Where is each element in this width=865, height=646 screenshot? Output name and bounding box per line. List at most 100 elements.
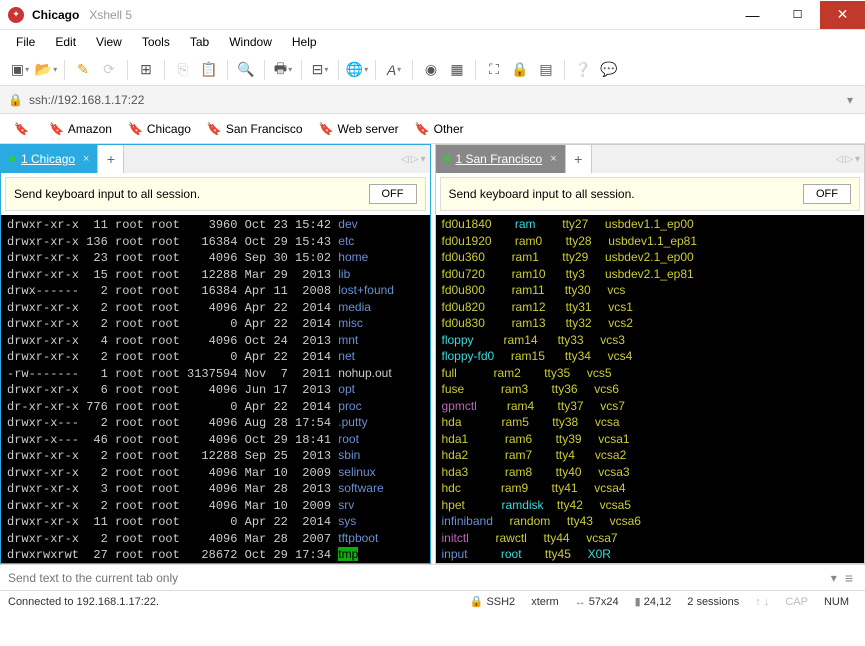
help-button[interactable]: ❔ bbox=[571, 58, 595, 82]
properties-button[interactable]: ⊞ bbox=[134, 58, 158, 82]
terminal-chicago[interactable]: drwxr-xr-x 11 root root 3960 Oct 23 15:4… bbox=[1, 215, 430, 563]
status-bar: Connected to 192.168.1.17:22. 🔒SSH2 xter… bbox=[0, 590, 865, 612]
address-bar: 🔒 ▾ bbox=[0, 86, 865, 114]
tab-label: 1 San Francisco bbox=[456, 152, 543, 166]
menu-edit[interactable]: Edit bbox=[47, 33, 84, 51]
font-button[interactable]: A bbox=[382, 58, 406, 82]
feedback-button[interactable]: 💬 bbox=[597, 58, 621, 82]
address-input[interactable] bbox=[29, 93, 843, 107]
send-bar: ▾ ≡ bbox=[0, 564, 865, 590]
send-input[interactable] bbox=[8, 571, 827, 585]
find-button[interactable]: 🔍 bbox=[234, 58, 258, 82]
broadcast-msg: Send keyboard input to all session. bbox=[449, 187, 635, 201]
broadcast-toggle-button[interactable]: OFF bbox=[803, 184, 851, 204]
status-sessions: 2 sessions bbox=[679, 596, 747, 608]
bookmark-add-icon: 🔖 bbox=[14, 122, 29, 136]
bookmark-label: Web server bbox=[338, 122, 399, 136]
tab-nav-right: ◁ ▷ ▾ bbox=[836, 145, 860, 173]
pane-sanfrancisco: 1 San Francisco × + ◁ ▷ ▾ Send keyboard … bbox=[435, 144, 865, 564]
status-dot-icon bbox=[444, 156, 450, 162]
menu-tab[interactable]: Tab bbox=[182, 33, 217, 51]
status-pos: ▮24,12 bbox=[627, 595, 680, 608]
bookmark-icon: 🔖 bbox=[207, 122, 222, 136]
bookmark-other[interactable]: 🔖 Other bbox=[409, 120, 470, 138]
tab-next-icon[interactable]: ▷ bbox=[411, 154, 419, 165]
paste-button[interactable]: 📋 bbox=[197, 58, 221, 82]
tile-button[interactable]: ⊟ bbox=[308, 58, 332, 82]
lock-icon: 🔒 bbox=[470, 596, 484, 608]
tab-chicago[interactable]: 1 Chicago × bbox=[1, 145, 98, 173]
bookmark-label: Amazon bbox=[68, 122, 112, 136]
tab-add-button[interactable]: + bbox=[98, 145, 124, 173]
copy-button[interactable]: ⎘ bbox=[171, 58, 195, 82]
tab-sanfrancisco[interactable]: 1 San Francisco × bbox=[436, 145, 566, 173]
status-num: NUM bbox=[816, 596, 857, 608]
window-subtitle: Xshell 5 bbox=[89, 8, 132, 22]
bookmark-chicago[interactable]: 🔖Chicago bbox=[122, 120, 197, 138]
bookmark-web-server[interactable]: 🔖 Web server bbox=[313, 120, 405, 138]
reconnect-button[interactable]: ⟳ bbox=[97, 58, 121, 82]
menu-tools[interactable]: Tools bbox=[134, 33, 178, 51]
tab-label: 1 Chicago bbox=[21, 152, 75, 166]
cursor-icon: ▮ bbox=[635, 596, 641, 608]
menubar: FileEditViewToolsTabWindowHelp bbox=[0, 30, 865, 54]
lock-button[interactable]: 🔒 bbox=[508, 58, 532, 82]
titlebar: ✦ Chicago Xshell 5 — ☐ ✕ bbox=[0, 0, 865, 30]
close-button[interactable]: ✕ bbox=[820, 1, 865, 29]
print-button[interactable]: 🖶 bbox=[271, 58, 295, 82]
bookmark-icon: 🔖 bbox=[319, 122, 334, 136]
resize-icon: ↔ bbox=[575, 596, 586, 608]
new-session-button[interactable]: ▣ bbox=[8, 58, 32, 82]
menu-help[interactable]: Help bbox=[284, 33, 325, 51]
bookmark-label: San Francisco bbox=[226, 122, 303, 136]
status-dot-icon bbox=[9, 156, 15, 162]
bookmark-san-francisco[interactable]: 🔖 San Francisco bbox=[201, 120, 309, 138]
tab-list-icon[interactable]: ▾ bbox=[420, 154, 425, 165]
tab-row-left: 1 Chicago × + ◁ ▷ ▾ bbox=[1, 145, 430, 173]
tab-row-right: 1 San Francisco × + ◁ ▷ ▾ bbox=[436, 145, 865, 173]
broadcast-bar-right: Send keyboard input to all session. OFF bbox=[440, 177, 861, 211]
tab-close-icon[interactable]: × bbox=[83, 153, 89, 165]
status-size: ↔57x24 bbox=[567, 596, 627, 608]
minimize-button[interactable]: — bbox=[730, 1, 775, 29]
menu-window[interactable]: Window bbox=[221, 33, 280, 51]
bookmark-label: Other bbox=[434, 122, 464, 136]
bookmark-multi-icon: 🔖 bbox=[415, 122, 430, 136]
color-scheme-button[interactable]: ◉ bbox=[419, 58, 443, 82]
tab-nav-left: ◁ ▷ ▾ bbox=[401, 145, 425, 173]
open-button[interactable]: 📂 bbox=[34, 58, 58, 82]
transparency-button[interactable]: ▤ bbox=[534, 58, 558, 82]
menu-file[interactable]: File bbox=[8, 33, 43, 51]
status-term: xterm bbox=[523, 596, 567, 608]
address-dropdown-icon[interactable]: ▾ bbox=[843, 93, 857, 107]
broadcast-toggle-button[interactable]: OFF bbox=[369, 184, 417, 204]
maximize-button[interactable]: ☐ bbox=[775, 1, 820, 29]
status-ssh: 🔒SSH2 bbox=[462, 595, 523, 608]
fullscreen-button[interactable]: ⛶ bbox=[482, 58, 506, 82]
pane-chicago: 1 Chicago × + ◁ ▷ ▾ Send keyboard input … bbox=[0, 144, 431, 564]
broadcast-bar-left: Send keyboard input to all session. OFF bbox=[5, 177, 426, 211]
bookmark-icon: 🔖 bbox=[49, 122, 64, 136]
tab-prev-icon[interactable]: ◁ bbox=[836, 154, 844, 165]
tab-add-button[interactable]: + bbox=[566, 145, 592, 173]
bookmarks-bar: 🔖 🔖 Amazon 🔖Chicago 🔖 San Francisco 🔖 Web serv… bbox=[0, 114, 865, 144]
broadcast-msg: Send keyboard input to all session. bbox=[14, 187, 200, 201]
bookmark-add-button[interactable]: 🔖 bbox=[8, 120, 39, 138]
tab-list-icon[interactable]: ▾ bbox=[855, 154, 860, 165]
split-panes: 1 Chicago × + ◁ ▷ ▾ Send keyboard input … bbox=[0, 144, 865, 564]
highlight-button[interactable]: ✎ bbox=[71, 58, 95, 82]
tab-next-icon[interactable]: ▷ bbox=[845, 154, 853, 165]
send-menu-icon[interactable]: ≡ bbox=[841, 570, 857, 586]
theme-button[interactable]: ▦ bbox=[445, 58, 469, 82]
window-title: Chicago bbox=[32, 8, 79, 22]
toolbar: ▣ 📂 ✎ ⟳ ⊞ ⎘ 📋 🔍 🖶 ⊟ 🌐 A ◉ ▦ ⛶ 🔒 ▤ ❔ 💬 bbox=[0, 54, 865, 86]
status-connection: Connected to 192.168.1.17:22. bbox=[8, 596, 159, 608]
tab-close-icon[interactable]: × bbox=[550, 153, 556, 165]
encoding-button[interactable]: 🌐 bbox=[345, 58, 369, 82]
bookmark-amazon[interactable]: 🔖 Amazon bbox=[43, 120, 118, 138]
menu-view[interactable]: View bbox=[88, 33, 130, 51]
terminal-sanfrancisco[interactable]: fd0u1840 ram tty27 usbdev1.1_ep00 fd0u19… bbox=[436, 215, 865, 563]
tab-prev-icon[interactable]: ◁ bbox=[401, 154, 409, 165]
lock-icon: 🔒 bbox=[8, 93, 23, 107]
send-dropdown-icon[interactable]: ▾ bbox=[827, 571, 841, 585]
